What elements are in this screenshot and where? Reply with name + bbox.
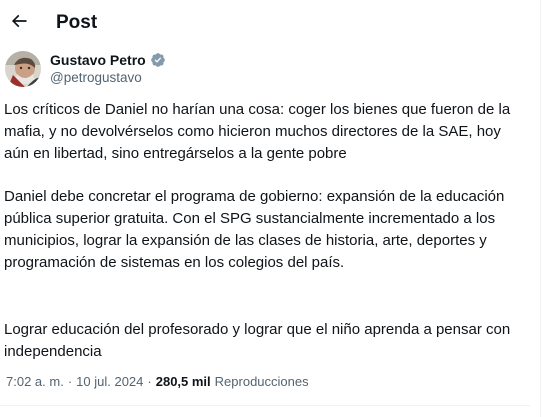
meta-separator: · [147,374,152,389]
views-count: 280,5 mil [155,374,211,389]
page-title: Post [56,12,98,33]
avatar[interactable] [5,51,41,87]
divider [0,405,530,406]
post-meta: 7:02 a. m. · 10 jul. 2024 · 280,5 mil Re… [6,373,309,391]
post-date[interactable]: 10 jul. 2024 [76,373,143,391]
avatar-image [5,51,41,87]
post-paragraph: Los críticos de Daniel no harían una cos… [4,101,511,162]
post-paragraph: Lograr educación del profesorado y logra… [4,321,511,360]
post-header: Post [0,0,530,46]
post-paragraph: Daniel debe concretar el programa de gob… [4,188,505,271]
back-button[interactable] [6,10,32,36]
post-page: Post Gustavo Petro @petrogustavo Los crí… [0,0,543,417]
post-time[interactable]: 7:02 a. m. [6,373,64,391]
views-label: Reproducciones [214,374,309,389]
author-handle[interactable]: @petrogustavo [50,70,142,86]
arrow-left-icon [9,11,29,36]
verified-badge-icon[interactable] [150,52,166,68]
meta-separator: · [67,374,73,389]
author-name-row: Gustavo Petro [50,51,166,69]
author-name[interactable]: Gustavo Petro [50,51,146,69]
column-border [540,0,541,417]
